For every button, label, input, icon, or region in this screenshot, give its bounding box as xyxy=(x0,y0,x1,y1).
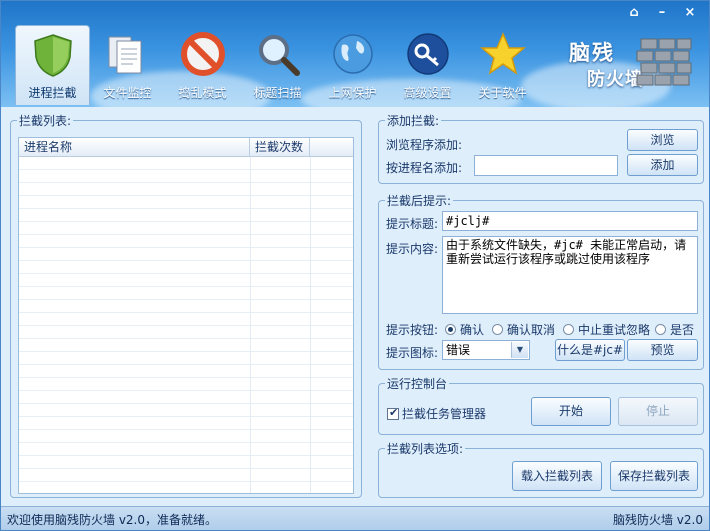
globe-icon xyxy=(332,34,373,74)
prompt-content-textarea[interactable]: 由于系统文件缺失，#jc# 未能正常启动，请重新尝试运行该程序或跳过使用该程序 xyxy=(442,236,698,314)
tab-internet-protect[interactable]: 上网保护 xyxy=(315,25,390,105)
status-version: 脑残防火墙 v2.0 xyxy=(612,513,703,527)
load-list-button[interactable]: 载入拦截列表 xyxy=(512,461,602,491)
tab-about[interactable]: 关于软件 xyxy=(465,25,540,105)
preview-button[interactable]: 预览 xyxy=(627,339,698,361)
what-is-jc-button[interactable]: 什么是#jc# xyxy=(555,339,625,361)
intercept-list-view[interactable]: 进程名称 拦截次数 xyxy=(18,137,354,494)
prompt-settings-group: 拦截后提示: 提示标题: #jclj# 提示内容: 由于系统文件缺失，#jc# … xyxy=(378,192,704,370)
prompt-content-label: 提示内容: xyxy=(386,242,439,256)
close-button[interactable]: × xyxy=(677,3,703,21)
logo-line1: 脑残 xyxy=(569,41,615,65)
key-icon xyxy=(406,33,449,75)
radio-dot xyxy=(492,324,503,335)
radio-yes-no[interactable]: 是否 xyxy=(655,321,694,338)
brick-wall-icon xyxy=(636,38,692,86)
radio-label: 是否 xyxy=(670,323,695,337)
radio-label: 确认 xyxy=(460,323,485,337)
column-divider xyxy=(310,157,311,493)
shield-icon xyxy=(33,34,72,77)
intercept-list-legend: 拦截列表: xyxy=(17,112,74,129)
intercept-taskmgr-checkbox[interactable]: ✔ 拦截任务管理器 xyxy=(387,405,486,422)
prompt-settings-legend: 拦截后提示: xyxy=(385,192,454,209)
radio-confirm[interactable]: 确认 xyxy=(445,321,484,338)
browse-add-label: 浏览程序添加: xyxy=(386,138,463,152)
prompt-icon-label: 提示图标: xyxy=(386,346,439,360)
checkbox-box: ✔ xyxy=(387,405,399,420)
menu-button[interactable]: ⌂ xyxy=(621,3,647,21)
list-rows xyxy=(19,157,353,493)
stop-button[interactable]: 停止 xyxy=(618,397,698,426)
prompt-title-input[interactable]: #jclj# xyxy=(442,211,698,231)
window-controls: ⌂ – × xyxy=(621,3,703,21)
add-intercept-legend: 添加拦截: xyxy=(385,112,442,129)
tab-label: 标题扫描 xyxy=(253,86,302,100)
run-console-group: 运行控制台 ✔ 拦截任务管理器 开始 停止 xyxy=(378,375,704,435)
browse-button[interactable]: 浏览 xyxy=(627,129,698,151)
forbidden-icon xyxy=(180,32,225,76)
radio-label: 确认取消 xyxy=(507,323,556,337)
radio-abort-retry-ignore[interactable]: 中止重试忽略 xyxy=(563,321,650,338)
column-divider xyxy=(250,157,251,493)
tab-file-monitor[interactable]: 文件监控 xyxy=(90,25,165,105)
radio-label: 中止重试忽略 xyxy=(578,323,651,337)
tab-label: 高级设置 xyxy=(403,86,452,100)
tab-label: 关于软件 xyxy=(478,86,527,100)
list-options-legend: 拦截列表选项: xyxy=(385,440,466,457)
tab-advanced-settings[interactable]: 高级设置 xyxy=(390,25,465,105)
checkbox-label: 拦截任务管理器 xyxy=(402,407,487,421)
list-header: 进程名称 拦截次数 xyxy=(19,138,353,157)
list-options-group: 拦截列表选项: 载入拦截列表 保存拦截列表 xyxy=(378,440,704,498)
radio-dot xyxy=(563,324,574,335)
radio-confirm-cancel[interactable]: 确认取消 xyxy=(492,321,555,338)
column-process-name[interactable]: 进程名称 xyxy=(19,138,250,156)
magnifier-icon xyxy=(258,35,300,76)
status-message: 欢迎使用脑残防火墙 v2.0，准备就绪。 xyxy=(7,513,218,527)
app-window: ⌂ – × 进程拦截 文件监控 捣乱模式 标题扫描 上网保护 高级设置 关于软件… xyxy=(0,0,710,531)
prompt-button-label: 提示按钮: xyxy=(386,323,439,337)
tab-label: 文件监控 xyxy=(103,86,152,100)
column-intercept-count[interactable]: 拦截次数 xyxy=(250,138,310,156)
name-add-label: 按进程名添加: xyxy=(386,161,463,175)
tab-label: 捣乱模式 xyxy=(178,86,227,100)
prompt-title-label: 提示标题: xyxy=(386,217,439,231)
prompt-icon-select[interactable]: 错误 ▼ xyxy=(442,340,530,360)
process-name-input[interactable] xyxy=(474,155,618,176)
tab-process-intercept[interactable]: 进程拦截 xyxy=(15,25,90,105)
add-button[interactable]: 添加 xyxy=(627,154,698,176)
tab-label: 上网保护 xyxy=(328,86,377,100)
add-intercept-group: 添加拦截: 浏览程序添加: 浏览 按进程名添加: 添加 xyxy=(378,112,704,184)
star-icon xyxy=(479,32,526,75)
header-banner: ⌂ – × 进程拦截 文件监控 捣乱模式 标题扫描 上网保护 高级设置 关于软件… xyxy=(1,1,709,107)
run-console-legend: 运行控制台 xyxy=(385,375,450,392)
minimize-button[interactable]: – xyxy=(649,3,675,21)
column-empty xyxy=(310,138,353,156)
start-button[interactable]: 开始 xyxy=(531,397,611,426)
radio-dot xyxy=(445,324,456,335)
chevron-down-icon[interactable]: ▼ xyxy=(511,342,528,358)
tab-title-scan[interactable]: 标题扫描 xyxy=(240,25,315,105)
app-logo: 脑残 防火墙 xyxy=(565,33,693,95)
main-tabs: 进程拦截 文件监控 捣乱模式 标题扫描 上网保护 高级设置 关于软件 xyxy=(15,25,540,105)
save-list-button[interactable]: 保存拦截列表 xyxy=(610,461,698,491)
tab-label: 进程拦截 xyxy=(28,86,77,100)
check-mark-icon: ✔ xyxy=(389,405,399,419)
radio-dot xyxy=(655,324,666,335)
status-bar: 欢迎使用脑残防火墙 v2.0，准备就绪。 脑残防火墙 v2.0 xyxy=(1,506,709,530)
tab-mischief-mode[interactable]: 捣乱模式 xyxy=(165,25,240,105)
intercept-list-group: 拦截列表: 进程名称 拦截次数 xyxy=(10,112,362,498)
prompt-icon-select-value: 错误 xyxy=(446,343,471,357)
documents-icon xyxy=(108,36,141,74)
